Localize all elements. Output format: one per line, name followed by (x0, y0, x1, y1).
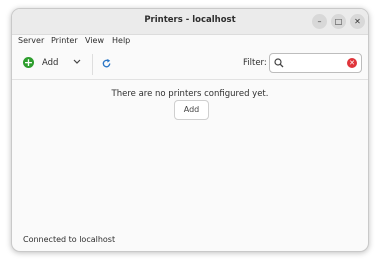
search-icon[interactable] (274, 58, 284, 68)
toolbar: + Add Filter: ✕ (12, 49, 368, 80)
minimize-icon[interactable]: – (312, 14, 327, 29)
maximize-icon[interactable]: □ (331, 14, 346, 29)
menu-help[interactable]: Help (112, 36, 130, 45)
status-text: Connected to localhost (23, 235, 116, 244)
filter-input[interactable] (288, 56, 346, 69)
close-icon[interactable]: ✕ (350, 14, 365, 29)
printers-window: Printers - localhost – □ ✕ Server Printe… (11, 8, 369, 252)
chevron-down-icon[interactable] (72, 56, 82, 66)
filter-label: Filter: (243, 58, 267, 68)
menu-bar: Server Printer View Help (12, 35, 368, 48)
clear-icon[interactable]: ✕ (347, 58, 357, 68)
menu-server[interactable]: Server (18, 36, 44, 45)
filter-field[interactable]: ✕ (269, 53, 362, 73)
refresh-icon[interactable] (101, 58, 112, 69)
add-icon[interactable]: + (23, 57, 34, 68)
empty-message: There are no printers configured yet. (111, 89, 269, 99)
toolbar-separator (92, 54, 93, 75)
menu-view[interactable]: View (85, 36, 104, 45)
title-bar: Printers - localhost – □ ✕ (12, 9, 368, 35)
add-printer-button[interactable]: Add (174, 100, 209, 120)
menu-printer[interactable]: Printer (51, 36, 78, 45)
add-toolbar-button[interactable]: Add (42, 58, 58, 68)
